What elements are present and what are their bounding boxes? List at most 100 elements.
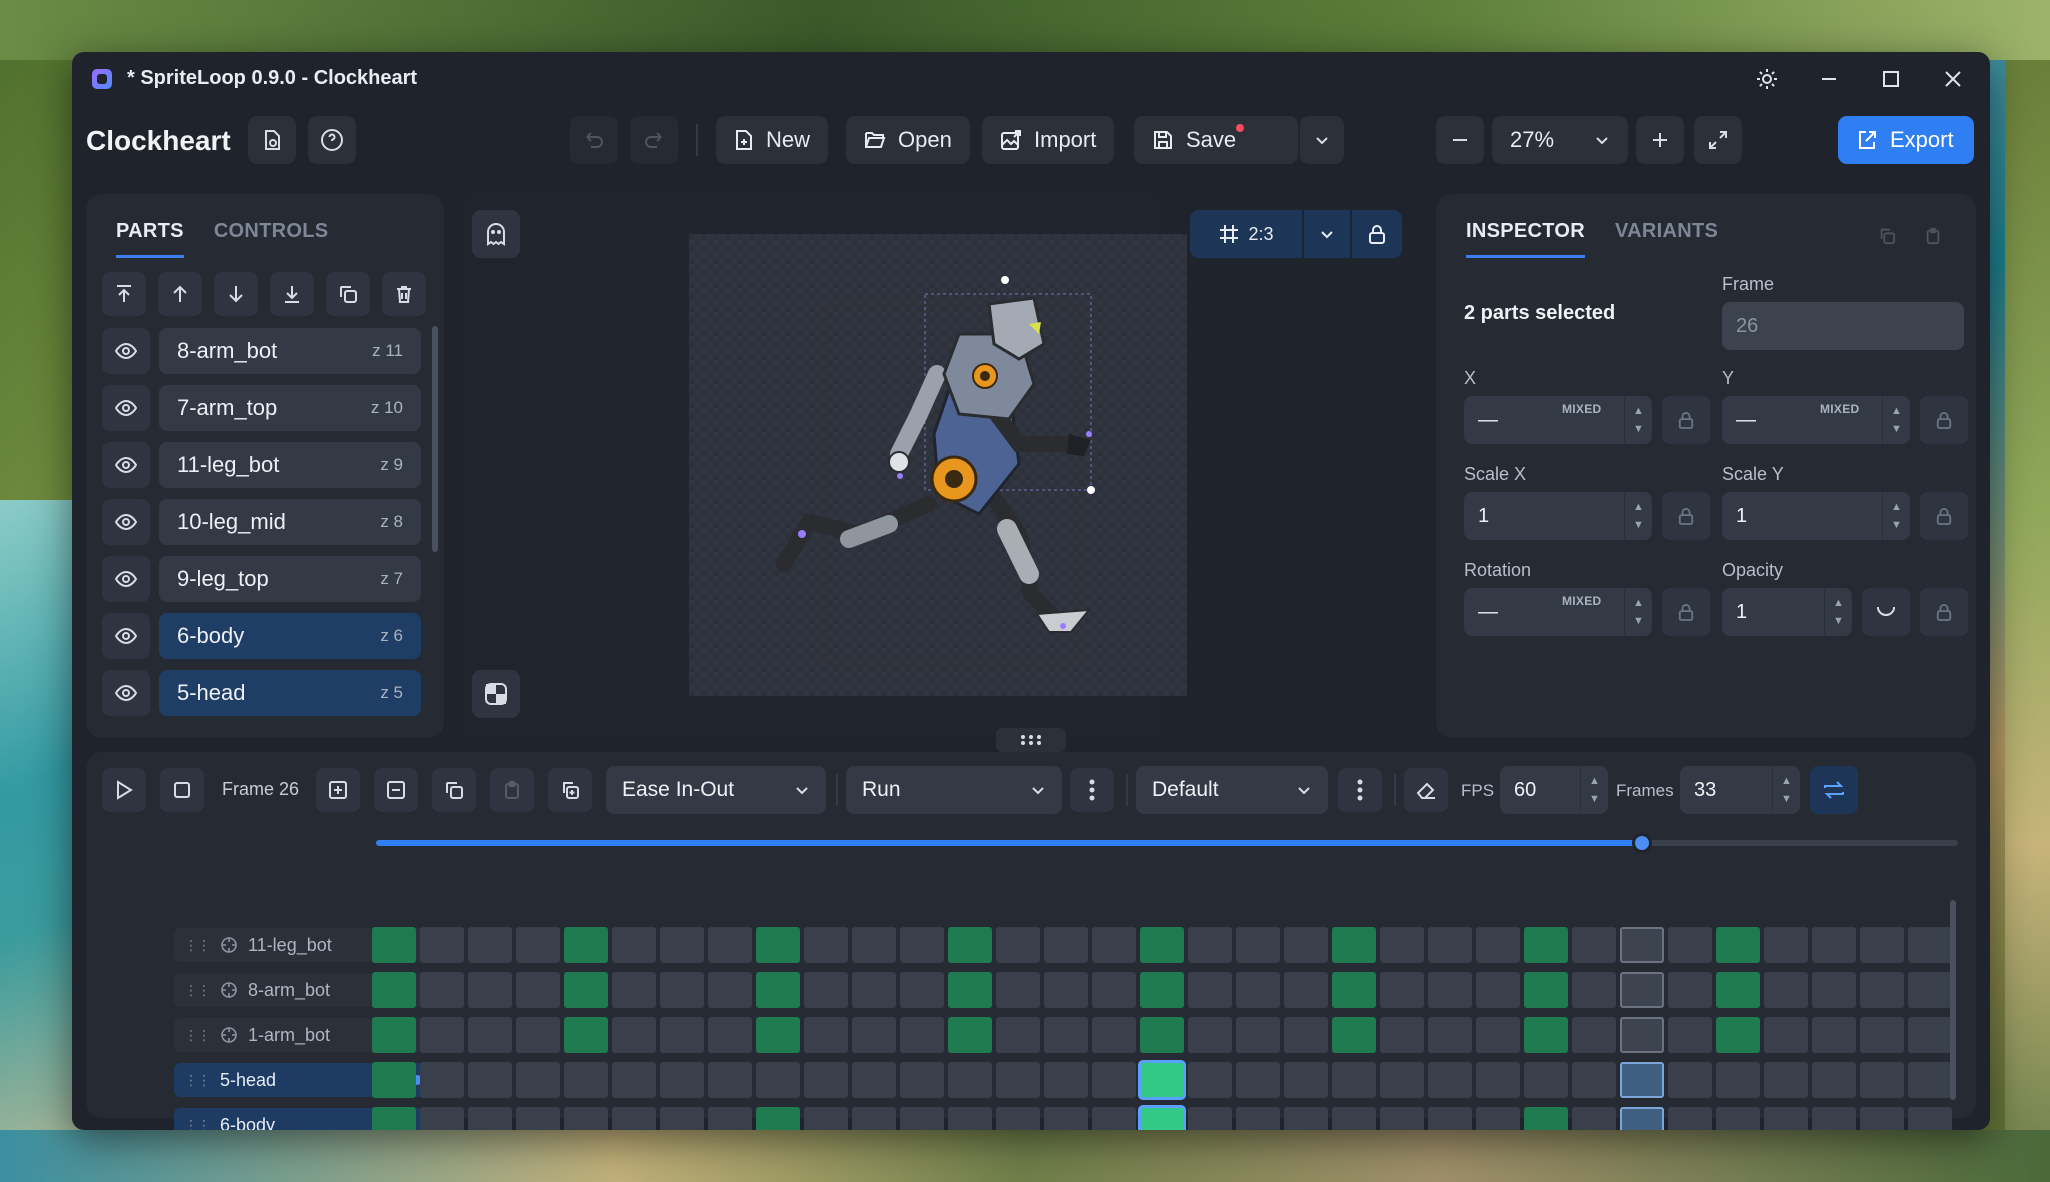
rotation-stepper[interactable]: ▲ ▼ bbox=[1624, 588, 1652, 636]
zoom-in-button[interactable] bbox=[1636, 116, 1684, 164]
duplicate-frame-button[interactable] bbox=[548, 768, 592, 812]
frame-cell[interactable] bbox=[612, 1107, 656, 1130]
frame-cell[interactable] bbox=[660, 1107, 704, 1130]
frame-cell[interactable] bbox=[372, 1107, 416, 1130]
fit-to-screen-button[interactable] bbox=[1694, 116, 1742, 164]
frame-cell[interactable] bbox=[564, 972, 608, 1008]
add-frame-button[interactable] bbox=[316, 768, 360, 812]
loop-toggle-button[interactable] bbox=[1810, 766, 1858, 814]
frame-cell[interactable] bbox=[996, 927, 1040, 963]
frame-cell[interactable] bbox=[948, 927, 992, 963]
scale-y-stepper[interactable]: ▲ ▼ bbox=[1882, 492, 1910, 540]
frame-cell[interactable] bbox=[516, 1107, 560, 1130]
part-row[interactable]: 5-head z 5 bbox=[102, 670, 422, 716]
parts-list-scrollbar[interactable] bbox=[432, 326, 438, 552]
frame-cell[interactable] bbox=[516, 1062, 560, 1098]
drag-handle-icon[interactable]: ⋮⋮ bbox=[184, 1027, 211, 1044]
frame-cell[interactable] bbox=[804, 1107, 848, 1130]
frame-cell[interactable] bbox=[1572, 1107, 1616, 1130]
move-to-top-button[interactable] bbox=[102, 272, 146, 316]
part-row[interactable]: 10-leg_mid z 8 bbox=[102, 499, 422, 545]
visibility-toggle[interactable] bbox=[102, 499, 150, 545]
frame-cell[interactable] bbox=[1284, 972, 1328, 1008]
frame-cell[interactable] bbox=[1572, 972, 1616, 1008]
variant-select[interactable]: Default bbox=[1136, 766, 1328, 814]
frame-cell[interactable] bbox=[1092, 927, 1136, 963]
frame-cell[interactable] bbox=[1092, 1107, 1136, 1130]
frame-cell[interactable] bbox=[996, 972, 1040, 1008]
frame-cell[interactable] bbox=[660, 972, 704, 1008]
frame-cell[interactable] bbox=[1476, 972, 1520, 1008]
frame-cell[interactable] bbox=[708, 1062, 752, 1098]
frame-cell[interactable] bbox=[804, 927, 848, 963]
frame-cell[interactable] bbox=[1908, 1062, 1952, 1098]
frame-cell[interactable] bbox=[1812, 1062, 1856, 1098]
visibility-toggle[interactable] bbox=[102, 556, 150, 602]
part-name-button[interactable]: 8-arm_bot z 11 bbox=[159, 328, 421, 374]
frames-stepper[interactable]: ▲ ▼ bbox=[1772, 766, 1800, 814]
frame-cell[interactable] bbox=[1668, 972, 1712, 1008]
frame-cell[interactable] bbox=[1812, 972, 1856, 1008]
import-button[interactable]: Import bbox=[982, 116, 1115, 164]
tab-controls[interactable]: CONTROLS bbox=[214, 220, 329, 258]
frame-cell[interactable] bbox=[612, 1017, 656, 1053]
frame-cell[interactable] bbox=[468, 972, 512, 1008]
frame-cell[interactable] bbox=[516, 927, 560, 963]
frame-cell[interactable] bbox=[1476, 927, 1520, 963]
frame-cell[interactable] bbox=[1284, 1062, 1328, 1098]
frame-cell[interactable] bbox=[756, 1107, 800, 1130]
frame-cell[interactable] bbox=[564, 1062, 608, 1098]
easing-select[interactable]: Ease In-Out bbox=[606, 766, 826, 814]
frame-cell[interactable] bbox=[1380, 1017, 1424, 1053]
opacity-easing-button[interactable] bbox=[1862, 588, 1910, 636]
frame-cell[interactable] bbox=[1188, 1017, 1232, 1053]
frame-cell[interactable] bbox=[1764, 927, 1808, 963]
frame-cell[interactable] bbox=[1092, 1017, 1136, 1053]
save-button[interactable]: Save bbox=[1134, 116, 1298, 164]
frame-cell[interactable] bbox=[1668, 1017, 1712, 1053]
frame-cell[interactable] bbox=[1380, 1107, 1424, 1130]
part-row[interactable]: 9-leg_top z 7 bbox=[102, 556, 422, 602]
frame-cell[interactable] bbox=[1860, 1062, 1904, 1098]
frame-cell[interactable] bbox=[1428, 1107, 1472, 1130]
frame-cell[interactable] bbox=[996, 1107, 1040, 1130]
redo-button[interactable] bbox=[630, 116, 678, 164]
variant-menu-button[interactable] bbox=[1338, 768, 1382, 812]
visibility-toggle[interactable] bbox=[102, 670, 150, 716]
frame-cell[interactable] bbox=[948, 1062, 992, 1098]
frame-cell[interactable] bbox=[564, 1017, 608, 1053]
copy-frame-button[interactable] bbox=[432, 768, 476, 812]
frame-cell[interactable] bbox=[852, 927, 896, 963]
frame-cell[interactable] bbox=[1908, 1107, 1952, 1130]
frame-cell[interactable] bbox=[1572, 927, 1616, 963]
frame-cell[interactable] bbox=[1380, 972, 1424, 1008]
stop-button[interactable] bbox=[160, 768, 204, 812]
frame-cell[interactable] bbox=[756, 927, 800, 963]
frame-cell[interactable] bbox=[1908, 972, 1952, 1008]
frame-cell[interactable] bbox=[1620, 972, 1664, 1008]
frame-cell[interactable] bbox=[1812, 1017, 1856, 1053]
rotation-lock-button[interactable] bbox=[1662, 588, 1710, 636]
frame-cell[interactable] bbox=[468, 1017, 512, 1053]
part-name-button[interactable]: 7-arm_top z 10 bbox=[159, 385, 421, 431]
frame-cell[interactable] bbox=[420, 1017, 464, 1053]
frame-cell[interactable] bbox=[900, 927, 944, 963]
frame-cell[interactable] bbox=[1140, 972, 1184, 1008]
frame-cell[interactable] bbox=[996, 1017, 1040, 1053]
frame-cell[interactable] bbox=[1284, 1017, 1328, 1053]
minimize-icon[interactable] bbox=[1814, 64, 1844, 94]
frame-cell[interactable] bbox=[756, 1017, 800, 1053]
frame-cell[interactable] bbox=[1524, 1107, 1568, 1130]
frame-cell[interactable] bbox=[468, 1107, 512, 1130]
drag-handle-icon[interactable]: ⋮⋮ bbox=[184, 937, 211, 954]
frame-cell[interactable] bbox=[1092, 1062, 1136, 1098]
frame-cell[interactable] bbox=[756, 972, 800, 1008]
frame-cell[interactable] bbox=[372, 972, 416, 1008]
frame-cell[interactable] bbox=[1236, 1062, 1280, 1098]
frame-cell[interactable] bbox=[1716, 927, 1760, 963]
frame-cell[interactable] bbox=[1620, 1062, 1664, 1098]
opacity-lock-button[interactable] bbox=[1920, 588, 1968, 636]
visibility-toggle[interactable] bbox=[102, 328, 150, 374]
frame-cell[interactable] bbox=[660, 927, 704, 963]
duplicate-part-button[interactable] bbox=[326, 272, 370, 316]
